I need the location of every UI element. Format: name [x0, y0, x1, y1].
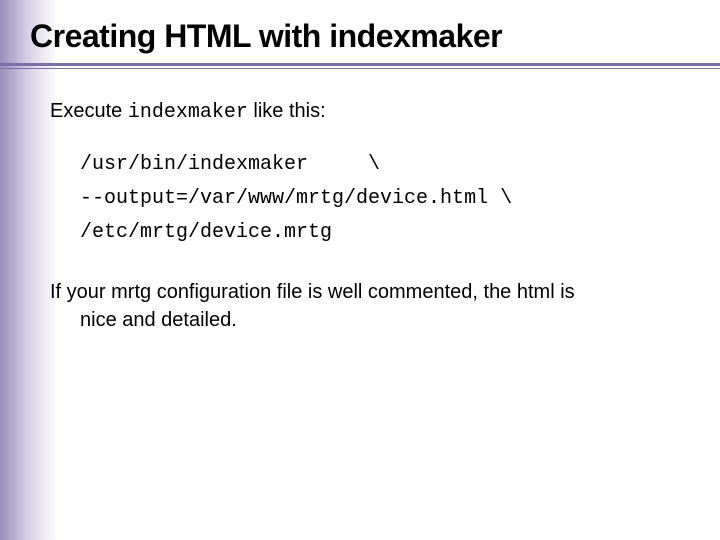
- intro-line: Execute indexmaker like this:: [50, 96, 680, 128]
- code-block: /usr/bin/indexmaker \ --output=/var/www/…: [80, 148, 680, 250]
- intro-prefix: Execute: [50, 100, 128, 122]
- code-line-1: /usr/bin/indexmaker \: [80, 153, 380, 176]
- code-line-2: --output=/var/www/mrtg/device.html \: [80, 187, 512, 210]
- slide: Creating HTML with indexmaker Execute in…: [0, 0, 720, 540]
- slide-content: Execute indexmaker like this: /usr/bin/i…: [0, 66, 720, 354]
- para-line-2: nice and detailed.: [50, 306, 680, 334]
- slide-title: Creating HTML with indexmaker: [30, 18, 700, 55]
- code-line-3: /etc/mrtg/device.mrtg: [80, 221, 332, 244]
- intro-mono: indexmaker: [128, 101, 248, 124]
- title-area: Creating HTML with indexmaker: [0, 0, 720, 66]
- para-line-1: If your mrtg configuration file is well …: [50, 281, 575, 303]
- closing-paragraph: If your mrtg configuration file is well …: [50, 278, 680, 334]
- intro-suffix: like this:: [248, 100, 326, 122]
